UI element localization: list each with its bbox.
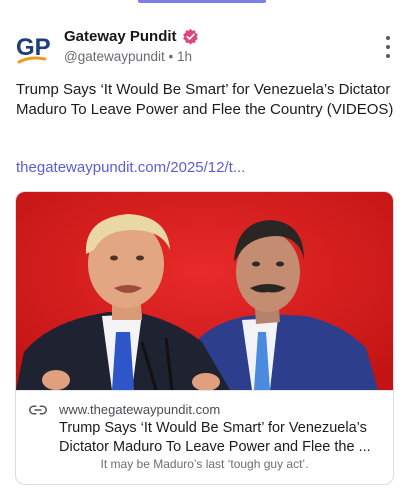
link-preview-card[interactable]: www.thegatewaypundit.com Trump Says ‘It …: [15, 191, 394, 485]
card-title: Trump Says ‘It Would Be Smart’ for Venez…: [59, 420, 371, 455]
post-meta: @gatewaypundit • 1h: [64, 49, 199, 64]
avatar[interactable]: GP: [16, 29, 54, 67]
more-options-button[interactable]: [384, 36, 392, 58]
post-text: Trump Says ‘It Would Be Smart’ for Venez…: [16, 81, 394, 118]
card-domain: www.thegatewaypundit.com: [59, 402, 221, 417]
card-body: www.thegatewaypundit.com Trump Says ‘It …: [16, 390, 393, 484]
author-block: Gateway Pundit @gatewaypundit • 1h: [64, 28, 199, 64]
tab-indicator: [138, 0, 266, 3]
author-handle: @gatewaypundit: [64, 49, 165, 64]
meta-separator: •: [168, 49, 174, 64]
author-name[interactable]: Gateway Pundit: [64, 28, 177, 45]
card-image: [16, 192, 393, 390]
verified-badge-icon: [182, 28, 198, 45]
more-vertical-icon: [386, 36, 390, 40]
link-icon: [29, 405, 47, 415]
card-description: It may be Maduro’s last ‘tough guy act’.: [100, 457, 309, 471]
post-time: 1h: [177, 49, 193, 64]
post-header: GP Gateway Pundit @gatewaypundit • 1h: [16, 27, 396, 71]
post-link[interactable]: thegatewaypundit.com/2025/12/t...: [16, 159, 245, 176]
